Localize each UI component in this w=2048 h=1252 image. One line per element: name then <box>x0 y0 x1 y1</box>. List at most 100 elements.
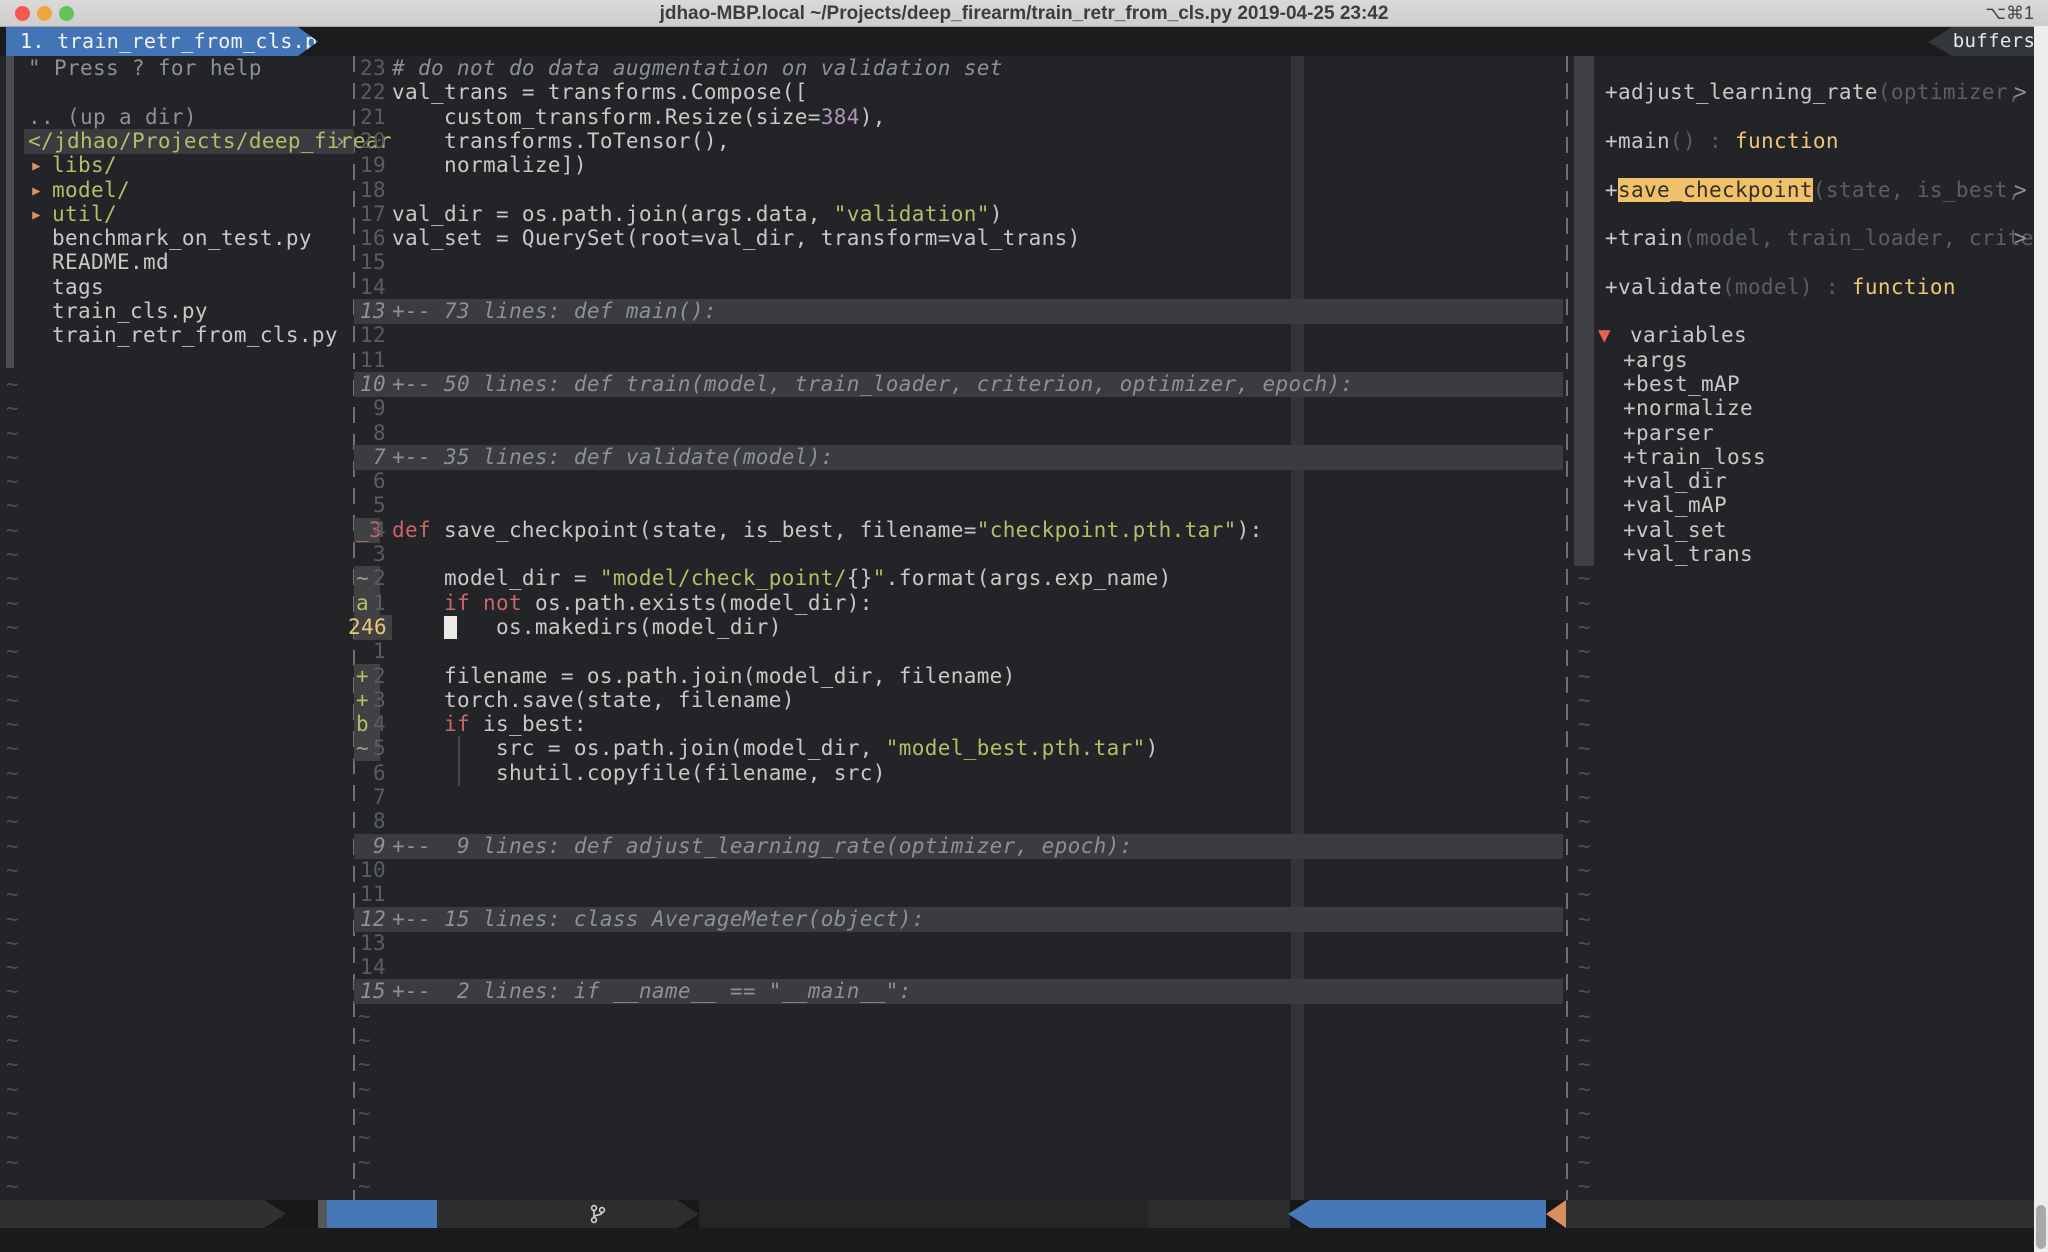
tagbar-variable[interactable]: +normalize <box>0 396 2048 421</box>
code-text: custom_transform.Resize(size=384), <box>392 105 886 129</box>
variable-name: train_loss <box>1636 445 1766 469</box>
variable-name: val_mAP <box>1636 493 1727 517</box>
tagbar-empty-line: ~ <box>0 712 2048 737</box>
tagbar-empty-line: ~ <box>0 761 2048 786</box>
tilde-marker: ~ <box>1578 1150 1591 1174</box>
variable-name: args <box>1636 348 1688 372</box>
tilde-marker: ~ <box>1578 1077 1591 1101</box>
tagbar-empty-line: ~ <box>0 785 2048 810</box>
section-expanded-icon: ▼ <box>1598 323 1611 347</box>
tagbar-tag[interactable]: +save_checkpoint(state, is_best, fil> <box>0 178 2048 203</box>
statusline-file-segment: train_retr_from_cls.py python <box>699 1200 1148 1228</box>
tag-name: save_checkpoint <box>1618 178 1813 202</box>
tagbar-tag[interactable]: +main() : function <box>0 129 2048 154</box>
buffers-label[interactable]: buffers <box>1952 27 2036 56</box>
tag-name: validate <box>1618 275 1722 299</box>
code-line[interactable]: 21 custom_transform.Resize(size=384), <box>0 105 2048 130</box>
tilde-marker: ~ <box>1578 1174 1591 1198</box>
statusline-divider <box>318 1200 327 1228</box>
variable-name: normalize <box>1636 396 1753 420</box>
tagbar-variable[interactable]: +val_trans <box>0 542 2048 567</box>
statusline-git-segment: +8 ~3 -3 master ⚡ <box>437 1200 677 1228</box>
tilde-marker: ~ <box>1578 736 1591 760</box>
line-number: 21 <box>348 105 386 129</box>
tilde-marker: ~ <box>1578 1052 1591 1076</box>
code-text: # do not do data augmentation on validat… <box>392 56 1003 80</box>
statusline: ~/Projects/deep_firearm NORMAL +8 ~3 -3 … <box>0 1200 2048 1228</box>
statusline-encoding-segment: ‹ utf-8[unix] <box>1148 1200 1290 1228</box>
code-token: 384 <box>821 105 860 129</box>
tagbar-variable[interactable]: +val_set <box>0 518 2048 543</box>
command-line[interactable] <box>0 1228 2048 1252</box>
os-scrollbar-track[interactable] <box>2034 26 2048 1252</box>
fold-plus-icon: + <box>1623 518 1636 542</box>
code-token: custom_transform.Resize(size= <box>392 105 821 129</box>
tagbar-empty-line: ~ <box>0 809 2048 834</box>
tagbar-empty-line: ~ <box>0 639 2048 664</box>
code-line[interactable]: 13+-- 73 lines: def main(): <box>0 299 2048 324</box>
tagbar-variable-text: +val_mAP <box>1623 493 1727 517</box>
tagbar-variable-text: +best_mAP <box>1623 372 1740 396</box>
line-number: 23 <box>348 56 386 80</box>
tagbar-empty-line: ~ <box>0 1004 2048 1029</box>
line-number: 17 <box>348 202 386 226</box>
fold-plus-icon: + <box>1605 226 1618 250</box>
tagbar-tag[interactable]: +train(model, train_loader, criterio> <box>0 226 2048 251</box>
tag-colon: : <box>1696 129 1735 153</box>
tagbar-empty-line: ~ <box>0 882 2048 907</box>
tilde-marker: ~ <box>1578 979 1591 1003</box>
tagbar-empty-line: ~ <box>0 858 2048 883</box>
macvim-window: jdhao-MBP.local ~/Projects/deep_firearm/… <box>0 0 2048 1252</box>
code-token: normalize]) <box>392 153 587 177</box>
fold-plus-icon: + <box>1623 348 1636 372</box>
fold-plus-icon: + <box>1623 493 1636 517</box>
tagbar-variable[interactable]: +parser <box>0 421 2048 446</box>
tilde-marker: ~ <box>1578 907 1591 931</box>
tilde-marker: ~ <box>1578 955 1591 979</box>
section-label: variables <box>1630 323 1747 347</box>
tilde-marker: ~ <box>1578 931 1591 955</box>
variable-name: val_trans <box>1636 542 1753 566</box>
fold-plus-icon: + <box>1605 178 1618 202</box>
tagbar-empty-line: ~ <box>0 688 2048 713</box>
tagbar-empty-line: ~ <box>0 615 2048 640</box>
tagbar-empty-line: ~ <box>0 834 2048 859</box>
code-line[interactable]: 23# do not do data augmentation on valid… <box>0 56 2048 81</box>
tagbar-section-variables[interactable]: ▼ variables <box>0 323 2048 348</box>
tagbar-tag-text: +adjust_learning_rate(optimizer, epo <box>1605 80 2048 104</box>
fold-plus-icon: + <box>1605 129 1618 153</box>
tagbar-variable[interactable]: +args <box>0 348 2048 373</box>
tagbar-empty-line: ~ <box>0 1150 2048 1175</box>
code-line[interactable]: 15 <box>0 250 2048 275</box>
variable-name: val_dir <box>1636 469 1727 493</box>
powerline-arrow-icon <box>677 1200 699 1228</box>
os-scrollbar-thumb[interactable] <box>2036 1205 2046 1249</box>
fold-plus-icon: + <box>1623 372 1636 396</box>
tagbar-variable[interactable]: +val_mAP <box>0 493 2048 518</box>
code-line[interactable]: 19 normalize]) <box>0 153 2048 178</box>
code-line[interactable]: 17val_dir = os.path.join(args.data, "val… <box>0 202 2048 227</box>
statusline-tagbar-segment: [Name] train_retr_from_cls.py <box>1566 1200 2034 1228</box>
tilde-marker: ~ <box>1578 1101 1591 1125</box>
git-branch-icon <box>589 1204 607 1224</box>
orange-arrow-icon <box>1546 1200 1566 1228</box>
tab-train-retr-from-cls[interactable]: 1. train_retr_from_cls.py <box>6 27 318 56</box>
tagbar-tag[interactable]: +adjust_learning_rate(optimizer, epo> <box>0 80 2048 105</box>
tagbar-empty-line: ~ <box>0 1174 2048 1199</box>
fold-plus-icon: + <box>1623 469 1636 493</box>
tilde-marker: ~ <box>1578 761 1591 785</box>
tagbar-variable[interactable]: +best_mAP <box>0 372 2048 397</box>
tagbar-variable[interactable]: +train_loss <box>0 445 2048 470</box>
truncation-icon: > <box>2014 80 2027 104</box>
line-number: 13 <box>348 299 386 323</box>
tag-name: train <box>1618 226 1683 250</box>
tagbar-variable[interactable]: +val_dir <box>0 469 2048 494</box>
tagbar-tag[interactable]: +validate(model) : function <box>0 275 2048 300</box>
fold-plus-icon: + <box>1623 445 1636 469</box>
tag-kind: function <box>1852 275 1956 299</box>
tilde-marker: ~ <box>1578 639 1591 663</box>
tagbar-empty-line: ~ <box>0 1125 2048 1150</box>
statusline-position-segment: 86% ≡ 246/284 ln : 5 <box>1288 1200 1546 1228</box>
tagbar-variable-text: +val_dir <box>1623 469 1727 493</box>
code-token: +-- 73 lines: def main(): <box>392 299 717 323</box>
